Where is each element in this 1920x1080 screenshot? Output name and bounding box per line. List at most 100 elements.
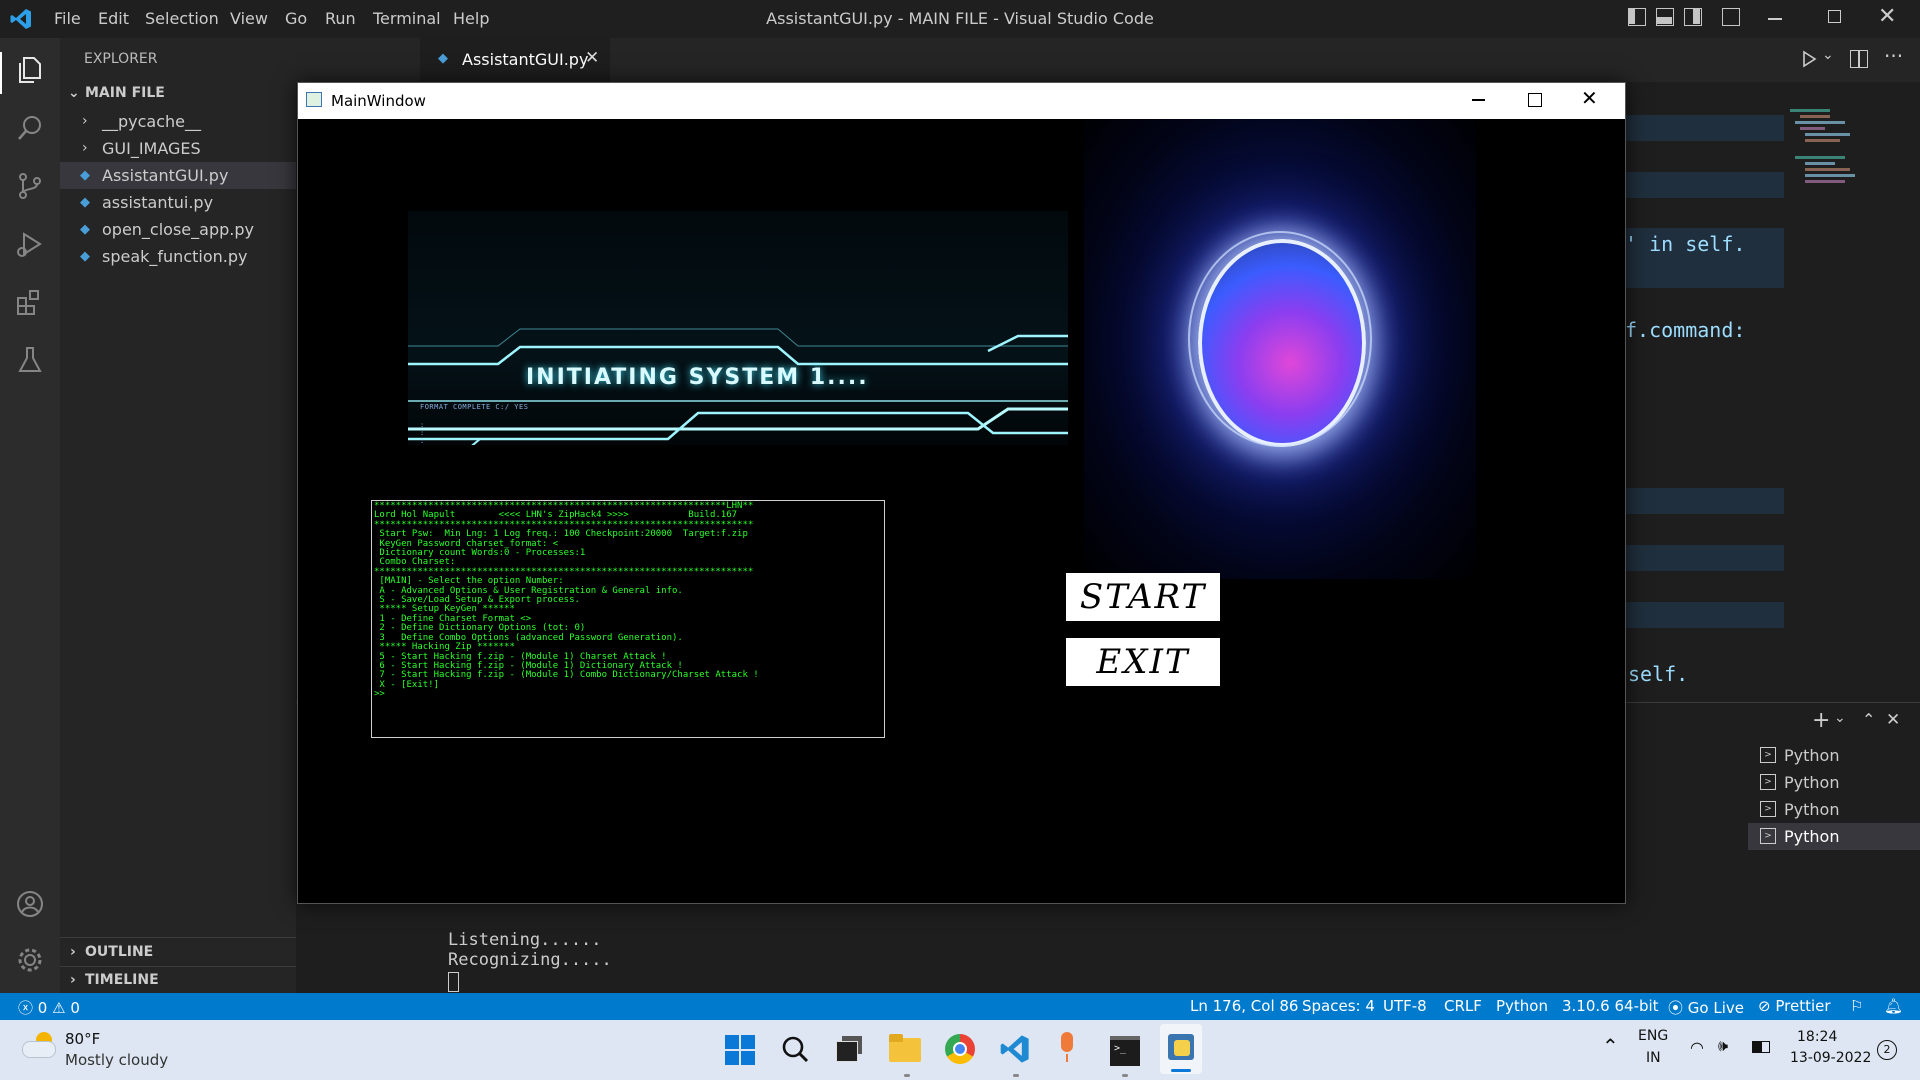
- folder-main-file[interactable]: ⌄ MAIN FILE: [60, 80, 296, 107]
- terminal-taskbar-icon[interactable]: >_: [1110, 1036, 1140, 1066]
- close-tab-icon[interactable]: ✕: [585, 48, 599, 68]
- vscode-taskbar-icon[interactable]: [1000, 1034, 1030, 1064]
- tree-item-assistantgui[interactable]: ◆ AssistantGUI.py: [60, 162, 296, 189]
- code-fragment: ' in self.: [1625, 232, 1746, 256]
- tab-assistantgui[interactable]: ◆ AssistantGUI.py ✕: [420, 38, 610, 83]
- feedback-icon[interactable]: ⚐: [1850, 997, 1863, 1015]
- cursor-position[interactable]: Ln 176, Col 86: [1190, 997, 1298, 1015]
- weather-temp[interactable]: 80°F: [65, 1030, 100, 1048]
- hack-console[interactable]: ****************************************…: [371, 500, 885, 738]
- console-text: ****************************************…: [372, 501, 884, 701]
- python-app-taskbar[interactable]: [1160, 1024, 1202, 1074]
- chevron-right-icon: ›: [82, 140, 88, 156]
- error-count: 0: [37, 999, 48, 1017]
- console-line: 7 - Start Hacking f.zip - (Module 1) Com…: [374, 670, 759, 681]
- tree-item-label: __pycache__: [102, 112, 202, 131]
- editor-more-icon[interactable]: ···: [1884, 44, 1903, 68]
- python-file-icon: ◆: [80, 168, 90, 183]
- minimize-icon[interactable]: [1472, 99, 1485, 101]
- prettier-button[interactable]: ⊘ Prettier: [1758, 997, 1831, 1015]
- close-icon[interactable]: ✕: [1878, 4, 1896, 29]
- wifi-icon[interactable]: ◠: [1690, 1038, 1704, 1057]
- search-icon[interactable]: [14, 112, 46, 144]
- problems-indicator[interactable]: ⓧ 0 ⚠ 0: [18, 997, 80, 1018]
- python-interpreter[interactable]: 3.10.6 64-bit: [1562, 997, 1659, 1015]
- windows-taskbar: 80°F Mostly cloudy >_ ⌃ ENG IN ◠ 🕪︎ 18:2…: [0, 1020, 1920, 1080]
- prettier-check-icon: ⊘: [1758, 997, 1771, 1015]
- accounts-icon[interactable]: [14, 888, 46, 920]
- maximize-icon[interactable]: [1528, 93, 1542, 107]
- explorer-sidebar: EXPLORER ⌄ MAIN FILE › __pycache__ › GUI…: [60, 38, 296, 993]
- chevron-right-icon: ›: [70, 944, 76, 960]
- keyboard-region[interactable]: IN: [1646, 1050, 1661, 1066]
- search-taskbar-icon[interactable]: [780, 1034, 810, 1064]
- encoding[interactable]: UTF-8: [1383, 997, 1427, 1015]
- terminal-icon: >: [1760, 747, 1776, 763]
- error-icon: ⓧ: [18, 999, 34, 1017]
- notifications-bell-icon[interactable]: 🔔︎: [1884, 997, 1903, 1015]
- customize-layout-icon[interactable]: [1722, 8, 1740, 26]
- indentation[interactable]: Spaces: 4: [1302, 997, 1375, 1015]
- run-dropdown-icon[interactable]: ⌄: [1822, 47, 1834, 63]
- battery-icon[interactable]: [1752, 1041, 1770, 1053]
- microphone-icon[interactable]: [1057, 1032, 1077, 1064]
- timeline-section[interactable]: › TIMELINE: [60, 967, 296, 994]
- split-editor-icon[interactable]: [1850, 50, 1868, 68]
- restore-icon[interactable]: [1828, 10, 1841, 23]
- outline-section[interactable]: › OUTLINE: [60, 939, 296, 966]
- start-windows-icon[interactable]: [725, 1035, 755, 1065]
- minimap[interactable]: [1790, 106, 1860, 366]
- line-ending[interactable]: CRLF: [1444, 997, 1482, 1015]
- chevron-down-icon: ⌄: [68, 85, 80, 101]
- run-debug-icon[interactable]: [14, 228, 46, 260]
- language-indicator[interactable]: ENG: [1638, 1028, 1668, 1044]
- toggle-sidebar-icon[interactable]: [1628, 8, 1646, 26]
- terminal-session-active[interactable]: > Python: [1748, 823, 1920, 850]
- tree-item-pycache[interactable]: › __pycache__: [60, 108, 296, 135]
- go-live-button[interactable]: ⦿ Go Live: [1668, 997, 1744, 1018]
- tree-item-gui-images[interactable]: › GUI_IMAGES: [60, 135, 296, 162]
- explorer-icon[interactable]: [14, 54, 46, 86]
- terminal-cursor: [448, 972, 459, 992]
- language-mode[interactable]: Python: [1496, 997, 1548, 1015]
- session-label: Python: [1784, 773, 1840, 792]
- python-file-icon: ◆: [80, 222, 90, 237]
- banner-text: INITIATING SYSTEM 1....: [526, 365, 869, 390]
- testing-flask-icon[interactable]: [14, 344, 46, 376]
- task-view-icon[interactable]: [836, 1036, 862, 1062]
- weather-desc[interactable]: Mostly cloudy: [65, 1051, 168, 1069]
- tree-item-speak-function[interactable]: ◆ speak_function.py: [60, 243, 296, 270]
- clock-date[interactable]: 13-09-2022: [1790, 1050, 1871, 1066]
- run-file-icon[interactable]: [1800, 50, 1818, 68]
- tree-item-open-close-app[interactable]: ◆ open_close_app.py: [60, 216, 296, 243]
- volume-icon[interactable]: 🕪︎: [1718, 1036, 1728, 1056]
- chrome-icon[interactable]: [945, 1034, 975, 1064]
- start-button[interactable]: START: [1066, 573, 1220, 621]
- notification-badge[interactable]: 2: [1877, 1040, 1897, 1060]
- orb-ring: [1188, 231, 1372, 447]
- tree-item-label: speak_function.py: [102, 247, 248, 266]
- tree-item-assistantui[interactable]: ◆ assistantui.py: [60, 189, 296, 216]
- settings-gear-icon[interactable]: [14, 944, 46, 976]
- terminal-session[interactable]: > Python: [1748, 742, 1920, 769]
- file-explorer-icon[interactable]: [889, 1034, 921, 1062]
- close-icon[interactable]: ✕: [1581, 86, 1598, 110]
- terminal-session[interactable]: > Python: [1748, 796, 1920, 823]
- broadcast-icon: ⦿: [1668, 999, 1684, 1017]
- show-hidden-icons-chevron-icon[interactable]: ⌃: [1602, 1034, 1619, 1058]
- terminal-dropdown-icon[interactable]: ⌄: [1834, 710, 1846, 726]
- console-line: >>: [374, 689, 385, 700]
- maximize-panel-icon[interactable]: ⌃: [1862, 710, 1875, 729]
- toggle-panel-icon[interactable]: [1656, 8, 1674, 26]
- minimize-icon[interactable]: [1768, 18, 1782, 20]
- close-panel-icon[interactable]: ✕: [1886, 710, 1900, 730]
- terminal-session[interactable]: > Python: [1748, 769, 1920, 796]
- source-control-icon[interactable]: [14, 170, 46, 202]
- toggle-secondary-sidebar-icon[interactable]: [1684, 8, 1702, 26]
- clock-time[interactable]: 18:24: [1797, 1029, 1837, 1045]
- weather-cloud-icon[interactable]: [22, 1032, 58, 1058]
- extensions-icon[interactable]: [14, 286, 46, 318]
- terminal-output[interactable]: Listening...... Recognizing.....: [448, 930, 612, 992]
- new-terminal-icon[interactable]: +: [1812, 708, 1830, 733]
- exit-button[interactable]: EXIT: [1066, 638, 1220, 686]
